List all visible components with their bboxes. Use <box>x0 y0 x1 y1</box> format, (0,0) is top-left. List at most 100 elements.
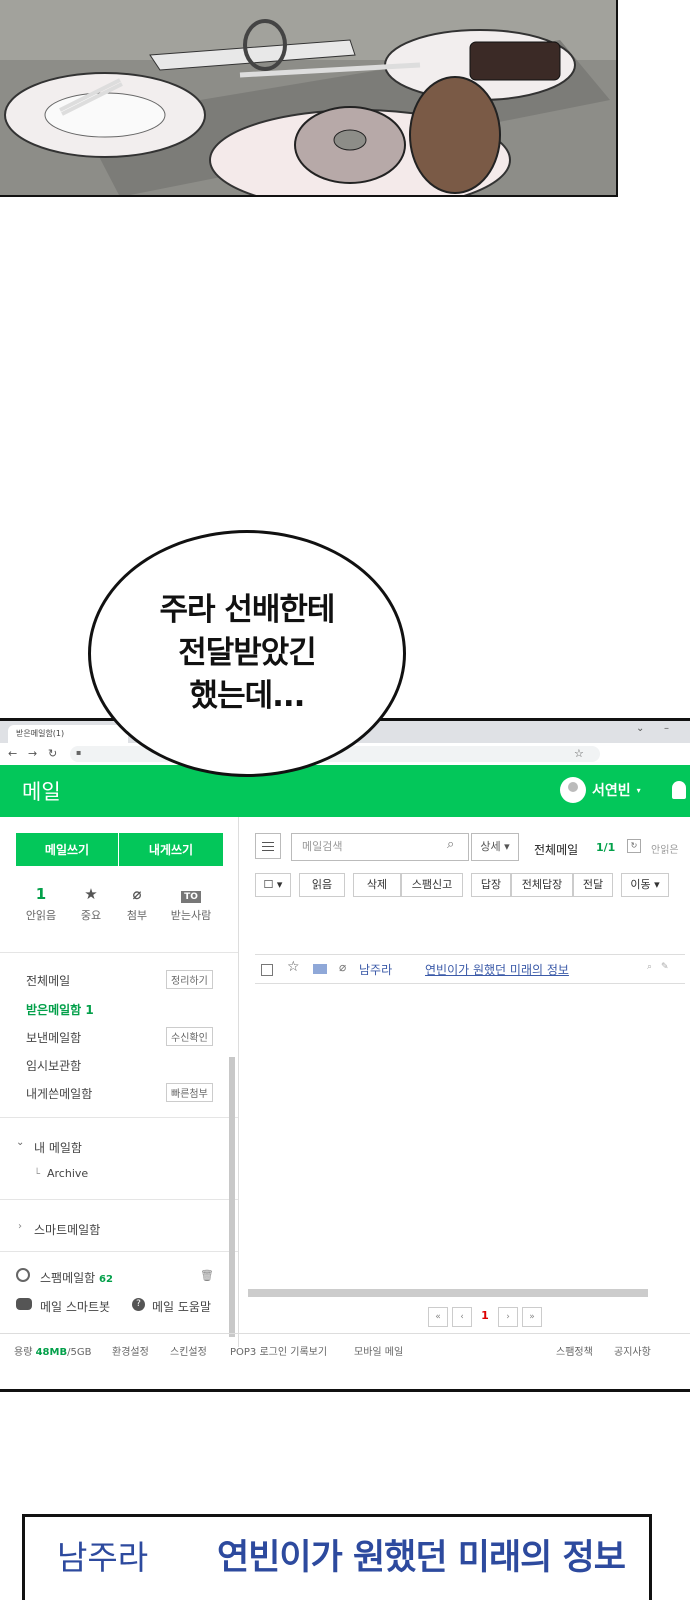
comic-panel-table-scene <box>0 0 618 197</box>
quick-filter-unread[interactable]: 1 안읽음 <box>18 885 64 923</box>
chevron-down-icon[interactable]: ⌄ <box>16 1137 24 1148</box>
mail-header: 메일 서연빈 ▾ <box>0 765 690 817</box>
paperclip-icon: ⌀ <box>339 960 347 974</box>
search-input[interactable]: 메일검색 <box>291 833 469 861</box>
avatar <box>560 777 586 803</box>
detail-search-button[interactable]: 상세 ▾ <box>471 833 519 861</box>
spam-block-icon <box>16 1268 30 1282</box>
notice-link[interactable]: 공지사항 <box>614 1343 651 1358</box>
user-menu[interactable]: 서연빈 ▾ <box>560 777 641 803</box>
sidebar: 메일쓰기 내게쓰기 1 안읽음 ★ 중요 ⌀ 첨부 TO 받는사람 전체메일 정… <box>0 817 239 1347</box>
row-checkbox[interactable] <box>261 964 273 976</box>
table-row[interactable]: ☆ ⌀ 남주라 연빈이가 원했던 미래의 정보 ⌕ ✎ <box>255 954 685 984</box>
forward-arrow-icon[interactable]: → <box>28 747 37 760</box>
bookmark-star-icon[interactable]: ☆ <box>574 747 584 760</box>
search-icon[interactable]: ⌕ <box>447 837 454 852</box>
pop3-log-link[interactable]: POP3 로그인 기록보기 <box>230 1343 327 1358</box>
trash-icon[interactable]: 🗑 <box>200 1269 214 1282</box>
user-name: 서연빈 <box>592 783 631 799</box>
mail-count: 1/1 <box>596 841 616 854</box>
settings-link[interactable]: 환경설정 <box>112 1343 149 1358</box>
lock-icon: ▪ <box>76 748 82 757</box>
star-icon: ★ <box>84 885 98 903</box>
divider <box>0 1251 238 1252</box>
mail-list-area: 메일검색 ⌕ 상세 ▾ 전체메일 1/1 ↻ 안읽은 ☐ ▾ 읽음 삭제 스팸신… <box>239 817 690 1347</box>
browser-tab[interactable]: 받은메일함(1) <box>8 725 128 743</box>
mobile-mail-link[interactable]: 모바일 메일 <box>354 1343 403 1358</box>
delete-button[interactable]: 삭제 <box>353 873 401 897</box>
quick-attach-button[interactable]: 빠른첨부 <box>166 1083 213 1102</box>
reply-all-button[interactable]: 전체답장 <box>511 873 573 897</box>
smartbot-link[interactable]: 메일 스마트봇 <box>40 1298 110 1315</box>
smart-mailbox[interactable]: 스마트메일함 <box>34 1221 100 1238</box>
unread-filter-label[interactable]: 안읽은 <box>651 841 679 856</box>
paperclip-icon: ⌀ <box>132 885 142 903</box>
sidebar-scrollbar[interactable] <box>229 1057 235 1337</box>
quick-filter-label: 첨부 <box>126 909 148 922</box>
move-button[interactable]: 이동 ▾ <box>621 873 669 897</box>
menu-button[interactable] <box>255 833 281 859</box>
refresh-icon[interactable]: ↻ <box>627 839 641 853</box>
reload-icon[interactable]: ↻ <box>48 747 57 760</box>
forward-button[interactable]: 전달 <box>573 873 613 897</box>
folder-all-mail[interactable]: 전체메일 <box>26 972 70 989</box>
reply-button[interactable]: 답장 <box>471 873 511 897</box>
current-page[interactable]: 1 <box>476 1307 494 1325</box>
spam-count: 62 <box>99 1274 113 1285</box>
all-mail-label[interactable]: 전체메일 <box>534 841 578 858</box>
quick-filter-important[interactable]: ★ 중요 <box>68 885 114 923</box>
pagination: « ‹ 1 › » <box>428 1307 542 1327</box>
edit-icon[interactable]: ✎ <box>661 962 669 972</box>
bell-icon[interactable] <box>672 781 686 799</box>
robot-icon <box>16 1298 32 1310</box>
chevron-right-icon[interactable]: › <box>18 1221 22 1232</box>
row-subject[interactable]: 연빈이가 원했던 미래의 정보 <box>425 961 569 978</box>
last-page-icon[interactable]: » <box>522 1307 542 1327</box>
horizontal-scrollbar[interactable] <box>248 1289 648 1297</box>
divider <box>0 1199 238 1200</box>
tree-branch-icon: └ <box>34 1169 41 1180</box>
minimize-icon[interactable]: – <box>664 723 669 734</box>
report-spam-button[interactable]: 스팸신고 <box>401 873 463 897</box>
row-sender[interactable]: 남주라 <box>359 961 392 978</box>
speech-bubble: 주라 선배한테 전달받았긴 했는데... <box>88 530 406 777</box>
quick-filter-label: 중요 <box>80 909 102 922</box>
organize-button[interactable]: 정리하기 <box>166 970 213 989</box>
zoomed-mail-panel: 남주라 연빈이가 원했던 미래의 정보 <box>22 1514 652 1600</box>
help-link[interactable]: 메일 도움말 <box>152 1298 211 1315</box>
write-to-self-button[interactable]: 내게쓰기 <box>119 833 223 866</box>
chevron-down-icon[interactable]: ⌄ <box>636 723 644 734</box>
table-scene-illustration <box>0 0 616 195</box>
my-mailbox[interactable]: 내 메일함 <box>34 1139 82 1156</box>
first-page-icon[interactable]: « <box>428 1307 448 1327</box>
folder-spam[interactable]: 스팸메일함 62 <box>40 1269 113 1286</box>
storage-usage: 용량 48MB/5GB <box>14 1347 92 1358</box>
footer: 용량 48MB/5GB 환경설정 스킨설정 POP3 로그인 기록보기 모바일 … <box>0 1333 690 1362</box>
envelope-icon <box>313 964 327 974</box>
zoomed-sender: 남주라 <box>57 1538 149 1577</box>
select-all-checkbox[interactable]: ☐ ▾ <box>255 873 291 897</box>
folder-inbox[interactable]: 받은메일함 1 <box>26 1001 94 1018</box>
spam-policy-link[interactable]: 스팸정책 <box>556 1343 593 1358</box>
mail-client-panel: 받은메일함(1) ⌄ – ← → ↻ ▪ ☆ 메일 서연빈 ▾ 메일쓰기 내게쓰… <box>0 718 690 1392</box>
compose-button[interactable]: 메일쓰기 <box>16 833 119 866</box>
zoomed-subject: 연빈이가 원했던 미래의 정보 <box>217 1538 626 1578</box>
folder-self[interactable]: 내게쓴메일함 <box>26 1085 92 1102</box>
back-arrow-icon[interactable]: ← <box>8 747 17 760</box>
mark-read-button[interactable]: 읽음 <box>299 873 345 897</box>
folder-sent[interactable]: 보낸메일함 <box>26 1029 81 1046</box>
chevron-down-icon: ▾ <box>636 785 641 795</box>
next-page-icon[interactable]: › <box>498 1307 518 1327</box>
prev-page-icon[interactable]: ‹ <box>452 1307 472 1327</box>
unread-count: 1 <box>35 885 47 903</box>
read-receipt-button[interactable]: 수신확인 <box>166 1027 213 1046</box>
quick-filter-to-me[interactable]: TO 받는사람 <box>168 885 214 923</box>
divider <box>0 1117 238 1118</box>
skin-settings-link[interactable]: 스킨설정 <box>170 1343 207 1358</box>
quick-filter-attachment[interactable]: ⌀ 첨부 <box>114 885 160 923</box>
star-icon[interactable]: ☆ <box>287 959 300 975</box>
folder-archive[interactable]: Archive <box>47 1167 88 1180</box>
folder-drafts[interactable]: 임시보관함 <box>26 1057 81 1074</box>
preview-icon[interactable]: ⌕ <box>647 962 652 972</box>
app-title[interactable]: 메일 <box>22 776 61 806</box>
